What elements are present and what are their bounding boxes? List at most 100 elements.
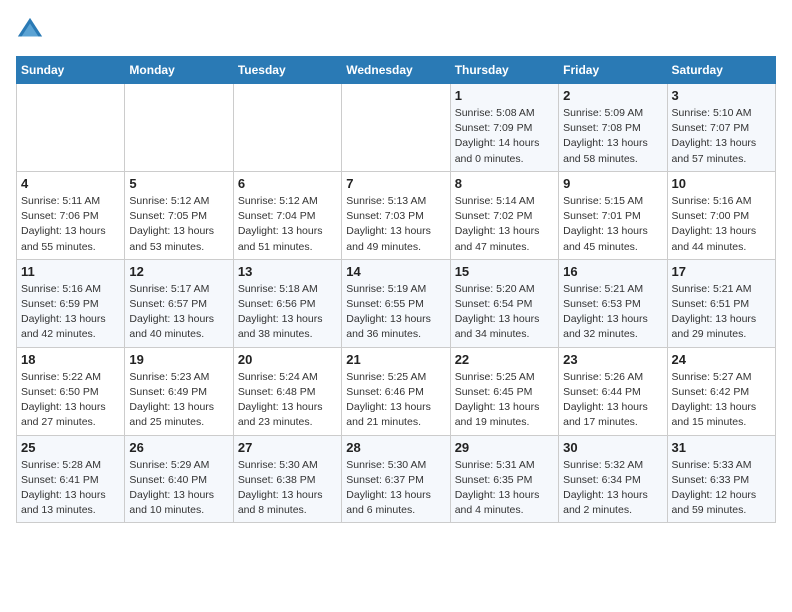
calendar-cell: 17Sunrise: 5:21 AM Sunset: 6:51 PM Dayli… [667, 259, 775, 347]
calendar-cell: 22 Sunrise: 5:25 AM Sunset: 6:45 PM Dayli… [450, 347, 558, 435]
weekday-header-row: SundayMondayTuesdayWednesdayThursdayFrid… [17, 57, 776, 84]
day-number: 16 [563, 264, 662, 279]
day-info: Sunrise: 5:18 AM Sunset: 6:56 PM Dayligh… [238, 282, 337, 343]
day-info: Sunrise: 5:17 AM Sunset: 6:57 PM Dayligh… [129, 282, 228, 343]
weekday-header-friday: Friday [559, 57, 667, 84]
weekday-header-wednesday: Wednesday [342, 57, 450, 84]
day-number: 18 [21, 352, 120, 367]
day-info: Sunrise: 5:31 AM Sunset: 6:35 PM Dayligh… [455, 458, 554, 519]
calendar-week-row: 18 Sunrise: 5:22 AM Sunset: 6:50 PM Dayli… [17, 347, 776, 435]
day-info: Sunrise: 5:09 AM Sunset: 7:08 PM Dayligh… [563, 106, 662, 167]
day-number: 30 [563, 440, 662, 455]
day-number: 24 [672, 352, 771, 367]
calendar-week-row: 11 Sunrise: 5:16 AM Sunset: 6:59 PM Dayli… [17, 259, 776, 347]
calendar-table: SundayMondayTuesdayWednesdayThursdayFrid… [16, 56, 776, 523]
day-info: Sunrise: 5:30 AM Sunset: 6:37 PM Dayligh… [346, 458, 445, 519]
day-number: 9 [563, 176, 662, 191]
calendar-body: 1 Sunrise: 5:08 AM Sunset: 7:09 PM Daylig… [17, 84, 776, 523]
day-info: Sunrise: 5:20 AM Sunset: 6:54 PM Dayligh… [455, 282, 554, 343]
day-number: 23 [563, 352, 662, 367]
day-info: Sunrise: 5:25 AM Sunset: 6:45 PM Dayligh… [455, 370, 554, 431]
day-number: 22 [455, 352, 554, 367]
calendar-header: SundayMondayTuesdayWednesdayThursdayFrid… [17, 57, 776, 84]
day-number: 15 [455, 264, 554, 279]
day-number: 13 [238, 264, 337, 279]
day-info: Sunrise: 5:14 AM Sunset: 7:02 PM Dayligh… [455, 194, 554, 255]
day-number: 3 [672, 88, 771, 103]
calendar-cell: 1 Sunrise: 5:08 AM Sunset: 7:09 PM Daylig… [450, 84, 558, 172]
day-info: Sunrise: 5:21 AM Sunset: 6:53 PM Dayligh… [563, 282, 662, 343]
day-number: 12 [129, 264, 228, 279]
day-info: Sunrise: 5:13 AM Sunset: 7:03 PM Dayligh… [346, 194, 445, 255]
day-info: Sunrise: 5:22 AM Sunset: 6:50 PM Dayligh… [21, 370, 120, 431]
day-info: Sunrise: 5:24 AM Sunset: 6:48 PM Dayligh… [238, 370, 337, 431]
day-info: Sunrise: 5:27 AM Sunset: 6:42 PM Dayligh… [672, 370, 771, 431]
calendar-cell: 6 Sunrise: 5:12 AM Sunset: 7:04 PM Daylig… [233, 171, 341, 259]
calendar-cell: 21 Sunrise: 5:25 AM Sunset: 6:46 PM Dayli… [342, 347, 450, 435]
day-number: 11 [21, 264, 120, 279]
weekday-header-monday: Monday [125, 57, 233, 84]
day-number: 14 [346, 264, 445, 279]
calendar-cell: 29 Sunrise: 5:31 AM Sunset: 6:35 PM Dayli… [450, 435, 558, 523]
day-number: 26 [129, 440, 228, 455]
calendar-cell [125, 84, 233, 172]
calendar-cell: 18 Sunrise: 5:22 AM Sunset: 6:50 PM Dayli… [17, 347, 125, 435]
calendar-cell: 28 Sunrise: 5:30 AM Sunset: 6:37 PM Dayli… [342, 435, 450, 523]
day-info: Sunrise: 5:15 AM Sunset: 7:01 PM Dayligh… [563, 194, 662, 255]
day-number: 1 [455, 88, 554, 103]
day-number: 6 [238, 176, 337, 191]
calendar-cell: 27Sunrise: 5:30 AM Sunset: 6:38 PM Dayli… [233, 435, 341, 523]
calendar-cell: 31Sunrise: 5:33 AM Sunset: 6:33 PM Dayli… [667, 435, 775, 523]
calendar-week-row: 1 Sunrise: 5:08 AM Sunset: 7:09 PM Daylig… [17, 84, 776, 172]
day-info: Sunrise: 5:16 AM Sunset: 6:59 PM Dayligh… [21, 282, 120, 343]
calendar-cell: 3 Sunrise: 5:10 AM Sunset: 7:07 PM Daylig… [667, 84, 775, 172]
day-number: 2 [563, 88, 662, 103]
calendar-cell: 5 Sunrise: 5:12 AM Sunset: 7:05 PM Daylig… [125, 171, 233, 259]
page-header [16, 16, 776, 44]
day-number: 29 [455, 440, 554, 455]
day-info: Sunrise: 5:21 AM Sunset: 6:51 PM Dayligh… [672, 282, 771, 343]
calendar-cell: 16 Sunrise: 5:21 AM Sunset: 6:53 PM Dayli… [559, 259, 667, 347]
day-info: Sunrise: 5:12 AM Sunset: 7:05 PM Dayligh… [129, 194, 228, 255]
calendar-cell [17, 84, 125, 172]
day-info: Sunrise: 5:19 AM Sunset: 6:55 PM Dayligh… [346, 282, 445, 343]
day-info: Sunrise: 5:23 AM Sunset: 6:49 PM Dayligh… [129, 370, 228, 431]
day-info: Sunrise: 5:11 AM Sunset: 7:06 PM Dayligh… [21, 194, 120, 255]
calendar-cell: 2 Sunrise: 5:09 AM Sunset: 7:08 PM Daylig… [559, 84, 667, 172]
calendar-week-row: 4 Sunrise: 5:11 AM Sunset: 7:06 PM Daylig… [17, 171, 776, 259]
day-number: 5 [129, 176, 228, 191]
day-info: Sunrise: 5:08 AM Sunset: 7:09 PM Dayligh… [455, 106, 554, 167]
day-number: 28 [346, 440, 445, 455]
day-info: Sunrise: 5:28 AM Sunset: 6:41 PM Dayligh… [21, 458, 120, 519]
calendar-cell: 8 Sunrise: 5:14 AM Sunset: 7:02 PM Daylig… [450, 171, 558, 259]
day-number: 7 [346, 176, 445, 191]
day-info: Sunrise: 5:12 AM Sunset: 7:04 PM Dayligh… [238, 194, 337, 255]
calendar-cell: 20Sunrise: 5:24 AM Sunset: 6:48 PM Dayli… [233, 347, 341, 435]
day-number: 8 [455, 176, 554, 191]
calendar-cell: 23 Sunrise: 5:26 AM Sunset: 6:44 PM Dayli… [559, 347, 667, 435]
day-number: 19 [129, 352, 228, 367]
calendar-cell: 14 Sunrise: 5:19 AM Sunset: 6:55 PM Dayli… [342, 259, 450, 347]
calendar-cell [233, 84, 341, 172]
calendar-cell: 7 Sunrise: 5:13 AM Sunset: 7:03 PM Daylig… [342, 171, 450, 259]
calendar-cell: 15 Sunrise: 5:20 AM Sunset: 6:54 PM Dayli… [450, 259, 558, 347]
calendar-cell: 11 Sunrise: 5:16 AM Sunset: 6:59 PM Dayli… [17, 259, 125, 347]
day-number: 25 [21, 440, 120, 455]
day-number: 27 [238, 440, 337, 455]
day-info: Sunrise: 5:26 AM Sunset: 6:44 PM Dayligh… [563, 370, 662, 431]
day-info: Sunrise: 5:25 AM Sunset: 6:46 PM Dayligh… [346, 370, 445, 431]
day-info: Sunrise: 5:10 AM Sunset: 7:07 PM Dayligh… [672, 106, 771, 167]
weekday-header-thursday: Thursday [450, 57, 558, 84]
calendar-cell: 13 Sunrise: 5:18 AM Sunset: 6:56 PM Dayli… [233, 259, 341, 347]
day-info: Sunrise: 5:16 AM Sunset: 7:00 PM Dayligh… [672, 194, 771, 255]
day-info: Sunrise: 5:29 AM Sunset: 6:40 PM Dayligh… [129, 458, 228, 519]
day-info: Sunrise: 5:32 AM Sunset: 6:34 PM Dayligh… [563, 458, 662, 519]
logo [16, 16, 48, 44]
day-number: 21 [346, 352, 445, 367]
day-number: 4 [21, 176, 120, 191]
calendar-cell: 12 Sunrise: 5:17 AM Sunset: 6:57 PM Dayli… [125, 259, 233, 347]
day-number: 10 [672, 176, 771, 191]
logo-icon [16, 16, 44, 44]
calendar-cell: 19 Sunrise: 5:23 AM Sunset: 6:49 PM Dayli… [125, 347, 233, 435]
calendar-cell: 9 Sunrise: 5:15 AM Sunset: 7:01 PM Daylig… [559, 171, 667, 259]
